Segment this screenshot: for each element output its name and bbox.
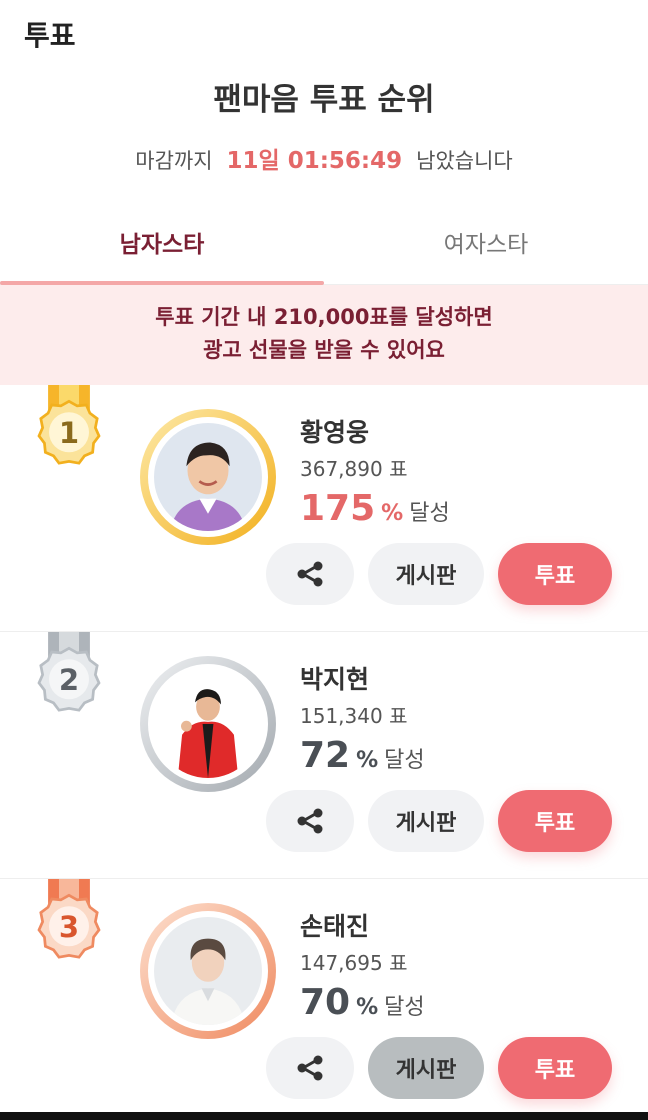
countdown: 마감까지 11일 01:56:49 남았습니다 (0, 141, 648, 175)
achievement-percent: 175 (300, 488, 376, 529)
countdown-label-before: 마감까지 (135, 149, 213, 173)
action-buttons: 게시판 투표 (266, 543, 612, 605)
star-name: 황영웅 (300, 418, 370, 447)
countdown-label-after: 남았습니다 (416, 149, 513, 173)
achievement-line: 175 % 달성 (300, 488, 450, 529)
achievement-percent: 70 (300, 982, 351, 1023)
rank-number: 2 (59, 663, 79, 697)
achievement-label: 달성 (384, 748, 425, 773)
star-name: 박지현 (300, 665, 370, 694)
vote-button[interactable]: 투표 (498, 790, 612, 852)
banner-line-1: 투표 기간 내 210,000표를 달성하면 (155, 305, 493, 329)
percent-unit: % (356, 995, 379, 1020)
vote-button[interactable]: 투표 (498, 1037, 612, 1099)
goal-banner: 투표 기간 내 210,000표를 달성하면 광고 선물을 받을 수 있어요 (0, 285, 648, 385)
vote-count: 151,340 표 (300, 704, 408, 728)
achievement-percent: 72 (300, 735, 351, 776)
rank-number: 3 (59, 910, 79, 944)
ranking-list: 1 황영웅 367,890 표 175 % 달성 게시판 투표 2 박지현 15… (0, 385, 648, 1120)
countdown-time: 11일 01:56:49 (226, 148, 403, 174)
avatar-ring (140, 656, 276, 792)
percent-unit: % (381, 501, 404, 526)
star-info: 황영웅 367,890 표 175 % 달성 (300, 413, 450, 529)
avatar[interactable] (154, 423, 262, 531)
share-button[interactable] (266, 1037, 354, 1099)
share-button[interactable] (266, 543, 354, 605)
percent-unit: % (356, 748, 379, 773)
banner-line-2: 광고 선물을 받을 수 있어요 (203, 338, 445, 362)
top-bar: 투표 (0, 0, 648, 62)
share-button[interactable] (266, 790, 354, 852)
vote-count: 147,695 표 (300, 951, 408, 975)
achievement-line: 72 % 달성 (300, 735, 425, 776)
share-icon (297, 561, 323, 587)
avatar[interactable] (154, 917, 262, 1025)
star-name: 손태진 (300, 912, 370, 941)
vote-button[interactable]: 투표 (498, 543, 612, 605)
share-icon (297, 1055, 323, 1081)
gold-medal-icon: 1 (37, 385, 101, 465)
achievement-line: 70 % 달성 (300, 982, 425, 1023)
bronze-medal-icon: 3 (37, 879, 101, 959)
app-title: 투표 (24, 19, 76, 52)
share-icon (297, 808, 323, 834)
tab-female-star[interactable]: 여자스타 (324, 219, 648, 284)
bottom-bar (0, 1112, 648, 1120)
vote-count: 367,890 표 (300, 457, 408, 481)
page-title: 팬마음 투표 순위 (213, 82, 435, 118)
board-button[interactable]: 게시판 (368, 543, 484, 605)
star-info: 손태진 147,695 표 70 % 달성 (300, 907, 425, 1023)
ranking-item-2: 2 박지현 151,340 표 72 % 달성 게시판 투표 (0, 632, 648, 879)
board-button[interactable]: 게시판 (368, 1037, 484, 1099)
avatar[interactable] (154, 670, 262, 778)
achievement-label: 달성 (409, 501, 450, 526)
ranking-item-1: 1 황영웅 367,890 표 175 % 달성 게시판 투표 (0, 385, 648, 632)
avatar-ring (140, 409, 276, 545)
action-buttons: 게시판 투표 (266, 1037, 612, 1099)
silver-medal-icon: 2 (37, 632, 101, 712)
avatar-ring (140, 903, 276, 1039)
achievement-label: 달성 (384, 995, 425, 1020)
ranking-item-3: 3 손태진 147,695 표 70 % 달성 게시판 투표 (0, 879, 648, 1120)
action-buttons: 게시판 투표 (266, 790, 612, 852)
tab-male-star[interactable]: 남자스타 (0, 219, 324, 285)
star-info: 박지현 151,340 표 72 % 달성 (300, 660, 425, 776)
tab-bar: 남자스타 여자스타 (0, 219, 648, 285)
board-button[interactable]: 게시판 (368, 790, 484, 852)
rank-number: 1 (59, 416, 79, 450)
